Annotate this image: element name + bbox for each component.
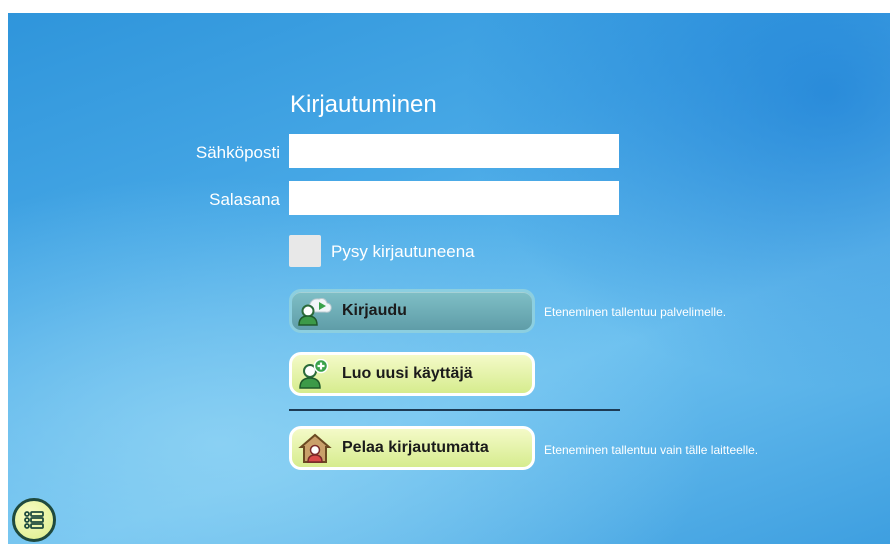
login-button[interactable]: Kirjaudu (289, 289, 535, 333)
page-title: Kirjautuminen (290, 91, 437, 118)
email-field[interactable] (289, 134, 619, 168)
guest-note: Eteneminen tallentuu vain tälle laitteel… (544, 443, 759, 457)
add-user-icon (299, 359, 329, 389)
divider (289, 409, 620, 411)
login-button-label: Kirjaudu (342, 302, 407, 319)
create-user-button[interactable]: Luo uusi käyttäjä (289, 352, 535, 396)
list-menu-icon (24, 511, 44, 529)
user-cloud-icon (298, 298, 332, 326)
play-without-login-button[interactable]: Pelaa kirjautumatta (289, 426, 535, 470)
login-note: Eteneminen tallentuu palvelimelle. (544, 305, 727, 319)
remember-me-label: Pysy kirjautuneena (331, 242, 475, 261)
login-screen: Kirjautuminen Sähköposti Salasana Pysy k… (8, 13, 890, 544)
play-without-login-button-label: Pelaa kirjautumatta (342, 439, 489, 456)
house-user-icon (298, 433, 332, 463)
create-user-button-label: Luo uusi käyttäjä (342, 365, 473, 382)
email-label: Sähköposti (195, 143, 280, 162)
password-label: Salasana (209, 190, 280, 209)
menu-button[interactable] (12, 498, 56, 542)
remember-me-checkbox[interactable] (289, 235, 321, 267)
password-field[interactable] (289, 181, 619, 215)
